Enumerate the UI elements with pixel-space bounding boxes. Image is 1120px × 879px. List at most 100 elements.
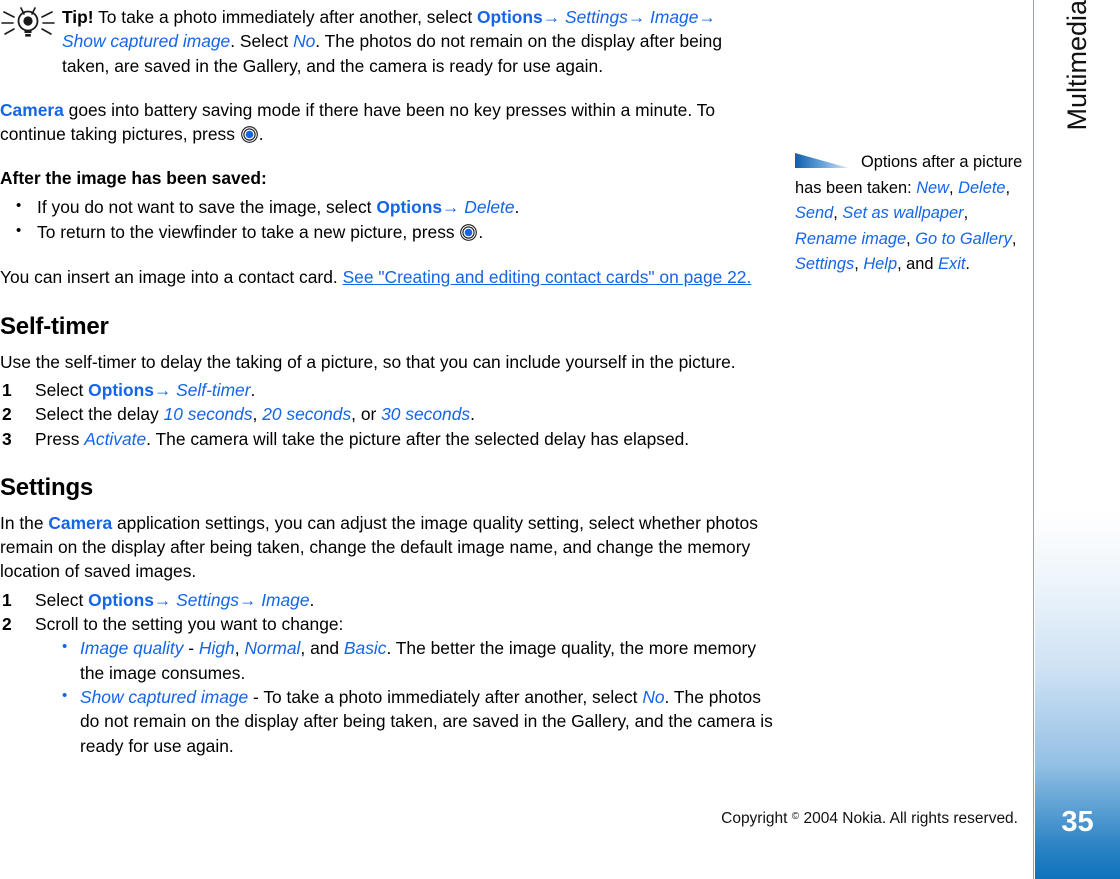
settings-intro-t2: application settings, you can adjust the… (0, 512, 758, 582)
cross-reference-link[interactable]: See "Creating and editing contact cards"… (343, 267, 752, 287)
setting-sep-2: , and (300, 638, 344, 659)
contact-card-paragraph: You can insert an image into a contact c… (0, 265, 775, 289)
chapter-tab: Multimedia (1035, 0, 1120, 300)
page-margin-rule (1033, 0, 1034, 879)
self-timer-step1-arrow: → (153, 379, 172, 400)
self-timer-step3-end: . The camera will take the picture after… (146, 428, 690, 449)
margin-note-option-delete: Delete (958, 178, 1006, 197)
setting-image-quality-term: Image quality (80, 638, 184, 659)
margin-note-option-rename-image: Rename image (795, 229, 907, 248)
settings-sub-list: Image quality - High, Normal, and Basic.… (35, 635, 775, 758)
list-item: Image quality - High, Normal, and Basic.… (57, 635, 775, 685)
margin-note-option-settings: Settings (795, 255, 855, 273)
after-saved-heading: After the image has been saved: (0, 168, 267, 189)
tip-sentence-2: . Select (230, 31, 294, 52)
main-content-column: Tip! To take a photo immediately after a… (0, 0, 775, 758)
setting-show-captured-term: Show captured image (80, 686, 249, 707)
settings-app-camera: Camera (48, 512, 113, 533)
settings-step1-menu-image: Image (261, 589, 310, 610)
after-saved-item-1-options: Options (376, 196, 443, 217)
battery-text-end: . (258, 124, 264, 145)
tip-menu-options: Options (477, 7, 543, 27)
settings-intro: In the Camera application settings, you … (0, 511, 775, 584)
settings-step1-end: . (309, 589, 315, 610)
wedge-marker-icon (795, 151, 849, 168)
list-item: Select the delay 10 seconds, 20 seconds,… (0, 402, 775, 427)
lightbulb-icon (0, 5, 62, 46)
chapter-tab-label: Multimedia (1062, 0, 1092, 131)
settings-step1-menu-settings: Settings (176, 589, 239, 610)
setting-value-basic: Basic (343, 638, 387, 659)
tip-arrow-3: → (698, 7, 716, 27)
after-saved-item-1-text: If you do not want to save the image, se… (37, 196, 377, 217)
after-saved-list: If you do not want to save the image, se… (0, 194, 775, 245)
tip-arrow-1: → (542, 7, 561, 27)
self-timer-step2-text: Select the delay (35, 404, 164, 425)
tip-text: Tip! To take a photo immediately after a… (62, 5, 775, 78)
setting-value-no: No (642, 686, 665, 707)
list-item: If you do not want to save the image, se… (0, 194, 775, 219)
contact-card-text: You can insert an image into a contact c… (0, 267, 343, 288)
page-number: 35 (1061, 806, 1094, 838)
self-timer-step1-options: Options (88, 379, 154, 400)
section-heading-self-timer: Self-timer (0, 312, 109, 340)
setting-show-captured-dash: - (248, 686, 264, 707)
tip-value-no: No (293, 31, 316, 52)
margin-note-option-go-to-gallery: Go to Gallery (915, 229, 1012, 248)
list-item: Select Options→ Settings→ Image. (0, 588, 775, 613)
section-heading-settings: Settings (0, 473, 94, 501)
margin-note-option-exit: Exit (938, 255, 966, 273)
after-saved-item-1-end: . (514, 196, 520, 217)
navigation-key-icon (240, 125, 258, 144)
self-timer-sep1: , (252, 404, 263, 425)
self-timer-sep2: , or (351, 404, 382, 425)
settings-step1-arrow-1: → (153, 589, 172, 610)
setting-value-normal: Normal (244, 638, 301, 659)
self-timer-intro: Use the self-timer to delay the taking o… (0, 351, 736, 372)
margin-note-option-new: New (916, 178, 949, 197)
self-timer-delay-30: 30 seconds (381, 404, 471, 425)
footer-copyright: Copyright © 2004 Nokia. All rights reser… (0, 810, 1018, 828)
tip-menu-show-captured-image: Show captured image (62, 31, 231, 52)
after-saved-item-2-text: To return to the viewfinder to take a ne… (37, 222, 460, 243)
footer-prefix: Copyright (721, 810, 792, 827)
self-timer-step1-menu: Self-timer (176, 379, 251, 400)
tip-sentence-1: To take a photo immediately after anothe… (93, 7, 478, 27)
settings-step1-options: Options (88, 589, 154, 610)
setting-image-quality-dash: - (183, 638, 199, 659)
self-timer-step2-end: . (470, 404, 475, 425)
footer-text: 2004 Nokia. All rights reserved. (799, 810, 1018, 827)
after-saved-item-1-arrow: → (442, 196, 460, 217)
self-timer-delay-20: 20 seconds (262, 404, 352, 425)
settings-step2-label: Scroll to the setting you want to change… (35, 614, 344, 635)
settings-step1-arrow-2: → (238, 589, 257, 610)
tip-callout: Tip! To take a photo immediately after a… (0, 0, 775, 78)
list-item: Select Options→ Self-timer. (0, 378, 775, 403)
after-saved-item-2-end: . (478, 222, 484, 243)
battery-saving-paragraph: Camera goes into battery saving mode if … (0, 98, 775, 147)
list-item: Press Activate. The camera will take the… (0, 427, 775, 452)
self-timer-step1-end: . (250, 379, 256, 400)
settings-step1-text: Select (35, 589, 89, 610)
margin-note-option-help: Help (863, 255, 898, 273)
self-timer-step3-text: Press (35, 428, 85, 449)
self-timer-steps: Select Options→ Self-timer. Select the d… (0, 378, 775, 451)
tip-menu-settings: Settings (564, 7, 628, 27)
setting-sep-1: , (234, 638, 245, 659)
tip-lead-label: Tip! (62, 7, 94, 27)
list-item: To return to the viewfinder to take a ne… (0, 219, 775, 244)
list-item: Scroll to the setting you want to change… (0, 612, 775, 758)
setting-show-captured-r1: To take a photo immediately after anothe… (263, 686, 643, 707)
margin-note-option-set-as-wallpaper: Set as wallpaper (842, 204, 964, 222)
list-item: Show captured image - To take a photo im… (57, 684, 775, 758)
setting-value-high: High (198, 638, 235, 659)
tip-arrow-2: → (627, 7, 646, 27)
margin-note-option-send: Send (795, 204, 834, 222)
settings-intro-t1: In the (0, 512, 49, 533)
battery-app-camera: Camera (0, 99, 64, 120)
margin-note: Options after a picture has been taken: … (795, 151, 1023, 273)
after-saved-item-1-delete: Delete (464, 196, 515, 217)
navigation-key-icon (460, 223, 478, 241)
self-timer-step1-text: Select (35, 379, 89, 400)
battery-text: goes into battery saving mode if there h… (0, 99, 716, 145)
